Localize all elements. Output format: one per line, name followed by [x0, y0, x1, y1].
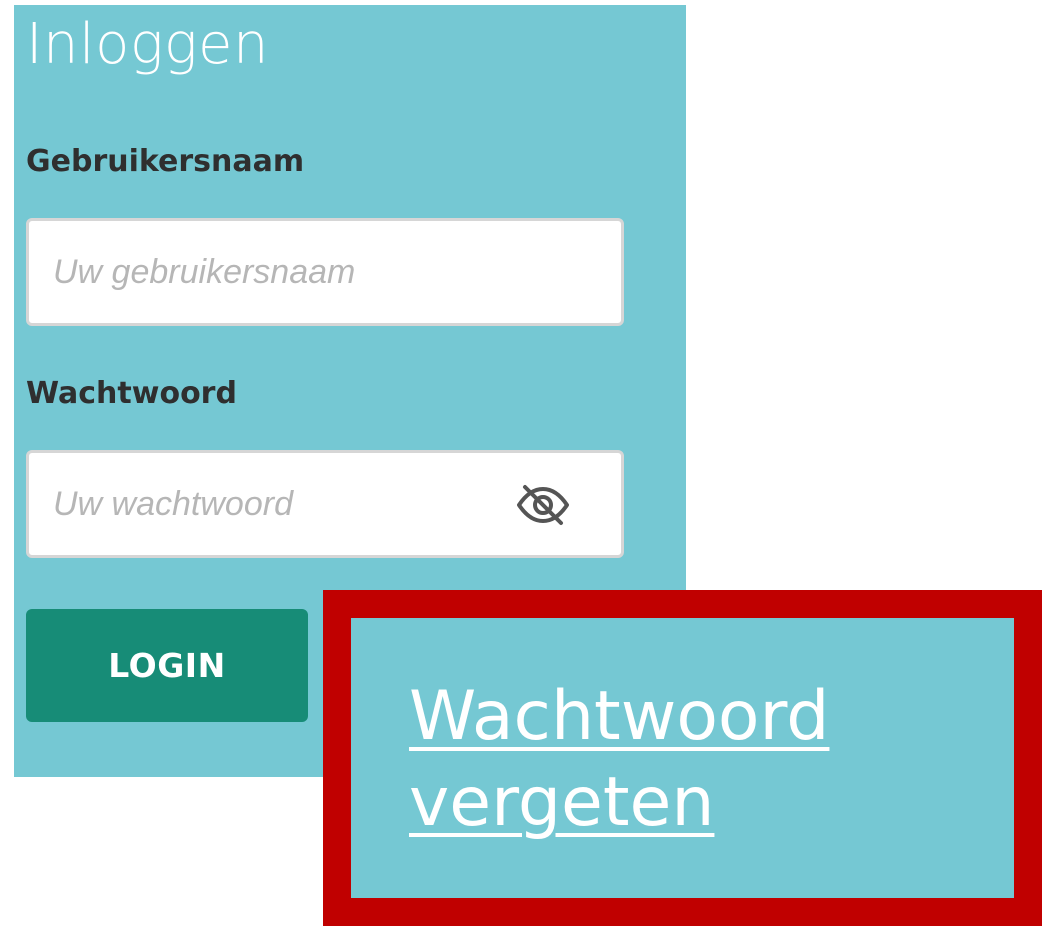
forgot-password-link[interactable]: Wachtwoord vergeten: [409, 674, 969, 846]
password-field-box: [26, 450, 624, 558]
page-title: Inloggen: [26, 12, 269, 77]
password-label: Wachtwoord: [26, 376, 237, 411]
username-label: Gebruikersnaam: [26, 144, 305, 179]
zoom-callout: Wachtwoord vergeten: [323, 590, 1042, 926]
username-input[interactable]: [29, 221, 621, 323]
login-button[interactable]: LOGIN: [26, 609, 308, 722]
username-field-box: [26, 218, 624, 326]
eye-slash-icon[interactable]: [515, 483, 571, 527]
